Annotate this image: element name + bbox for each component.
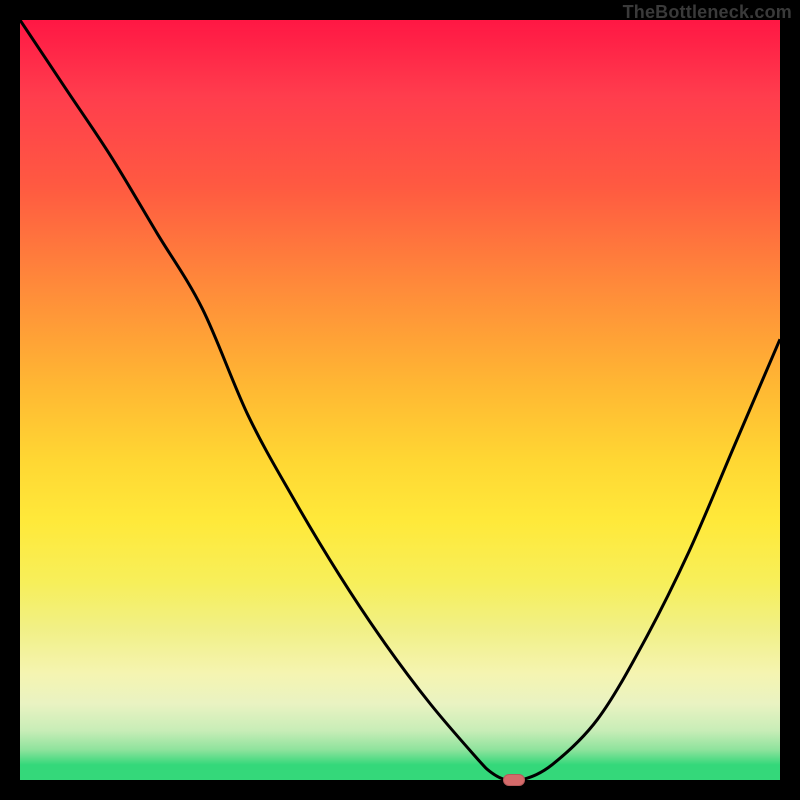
optimal-point-marker: [503, 774, 525, 786]
chart-frame: TheBottleneck.com: [0, 0, 800, 800]
plot-area: [20, 20, 780, 780]
bottleneck-curve: [20, 20, 780, 780]
curve-path: [20, 20, 780, 780]
watermark-text: TheBottleneck.com: [623, 2, 792, 23]
